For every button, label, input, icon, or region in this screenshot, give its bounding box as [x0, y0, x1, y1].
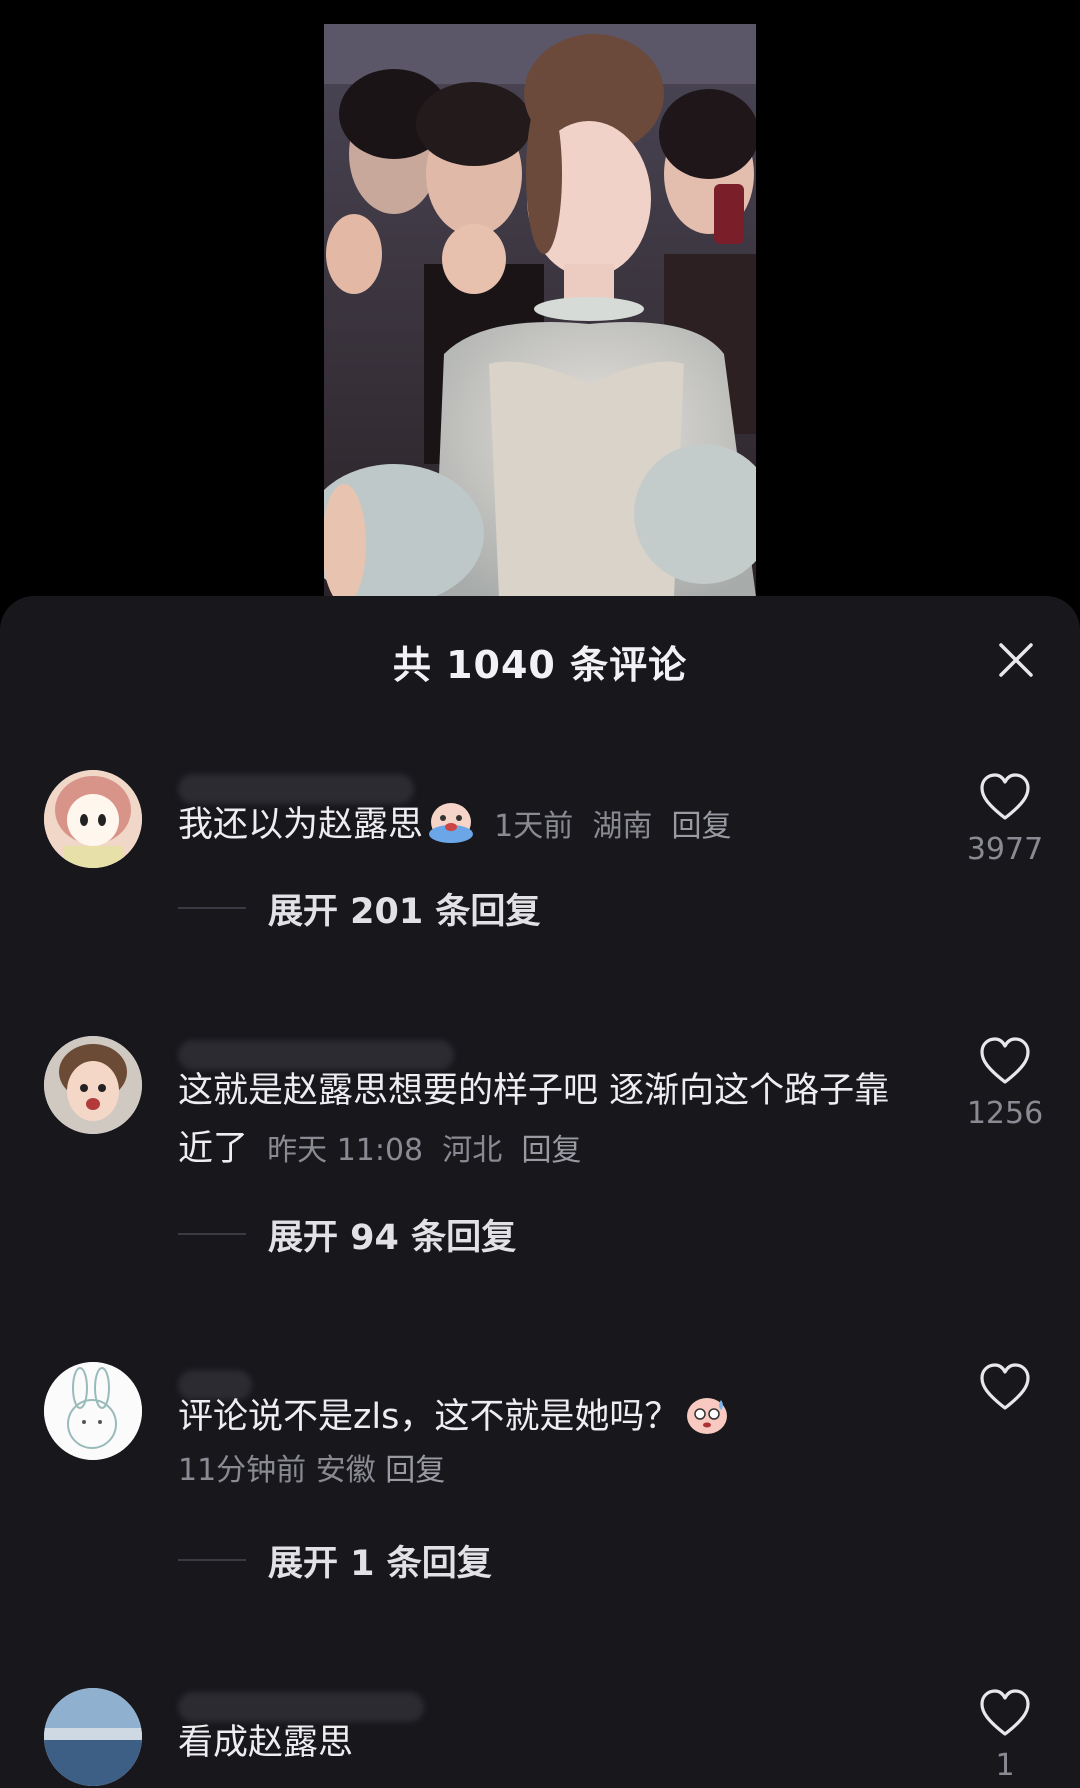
- expand-replies-button[interactable]: 展开 1 条回复: [178, 1540, 492, 1584]
- heart-outline-icon[interactable]: [977, 1686, 1033, 1742]
- comment-content: 看成赵露思: [178, 1714, 918, 1772]
- sheet-title: 共 1040 条评论: [392, 643, 688, 687]
- comment-location: 河北: [442, 1133, 503, 1168]
- expand-replies-label: 展开 1 条回复: [268, 1543, 492, 1584]
- like-count: 1: [995, 1748, 1015, 1783]
- avatar[interactable]: [44, 770, 142, 868]
- like-block: 3977: [960, 770, 1050, 867]
- comment-time: 昨天 11:08: [267, 1133, 424, 1168]
- comment-content: 这就是赵露思想要的样子吧 逐渐向这个路子靠近了 昨天 11:08 河北 回复: [178, 1062, 918, 1180]
- video-preview[interactable]: [324, 24, 756, 597]
- avatar[interactable]: [44, 1362, 142, 1460]
- expand-divider: [178, 907, 246, 909]
- expand-divider: [178, 1559, 246, 1561]
- comment-sheet: 共 1040 条评论 我还以为赵露思 1天前 湖南 回复 3977 展开 201…: [0, 596, 1080, 1788]
- video-thumbnail-image: [324, 24, 756, 597]
- expand-replies-label: 展开 94 条回复: [268, 1217, 517, 1258]
- like-count: 3977: [966, 832, 1044, 867]
- comment-text: 看成赵露思: [178, 1723, 354, 1763]
- comment-time: 11分钟前: [178, 1453, 307, 1488]
- comment-time: 1天前: [494, 809, 574, 844]
- reply-button[interactable]: 回复: [385, 1453, 445, 1488]
- comment-text: 我还以为赵露思: [178, 805, 424, 845]
- reply-button[interactable]: 回复: [672, 809, 732, 844]
- expand-divider: [178, 1233, 246, 1235]
- like-block: [960, 1360, 1050, 1422]
- expand-replies-button[interactable]: 展开 201 条回复: [178, 888, 540, 932]
- heart-outline-icon[interactable]: [977, 770, 1033, 826]
- comment-content: 评论说不是zls，这不就是她吗？ 11分钟前 安徽 回复: [178, 1388, 918, 1496]
- like-block: 1256: [960, 1034, 1050, 1131]
- like-block: 1: [960, 1686, 1050, 1783]
- avatar[interactable]: [44, 1688, 142, 1786]
- comment-location: 湖南: [592, 809, 653, 844]
- expand-replies-button[interactable]: 展开 94 条回复: [178, 1214, 516, 1258]
- reply-button[interactable]: 回复: [521, 1133, 581, 1168]
- like-count: 1256: [966, 1096, 1044, 1131]
- close-icon: [999, 643, 1033, 677]
- sweat-face-emoji-icon: [687, 1398, 728, 1434]
- comment-text: 评论说不是zls，这不就是她吗？: [178, 1397, 680, 1437]
- avatar[interactable]: [44, 1036, 142, 1134]
- heart-outline-icon[interactable]: [977, 1360, 1033, 1416]
- heart-outline-icon[interactable]: [977, 1034, 1033, 1090]
- close-button[interactable]: [988, 632, 1044, 688]
- crying-face-emoji-icon: [429, 803, 474, 843]
- comment-content: 我还以为赵露思 1天前 湖南 回复: [178, 796, 918, 856]
- comment-location: 安徽: [315, 1453, 376, 1488]
- expand-replies-label: 展开 201 条回复: [268, 891, 541, 932]
